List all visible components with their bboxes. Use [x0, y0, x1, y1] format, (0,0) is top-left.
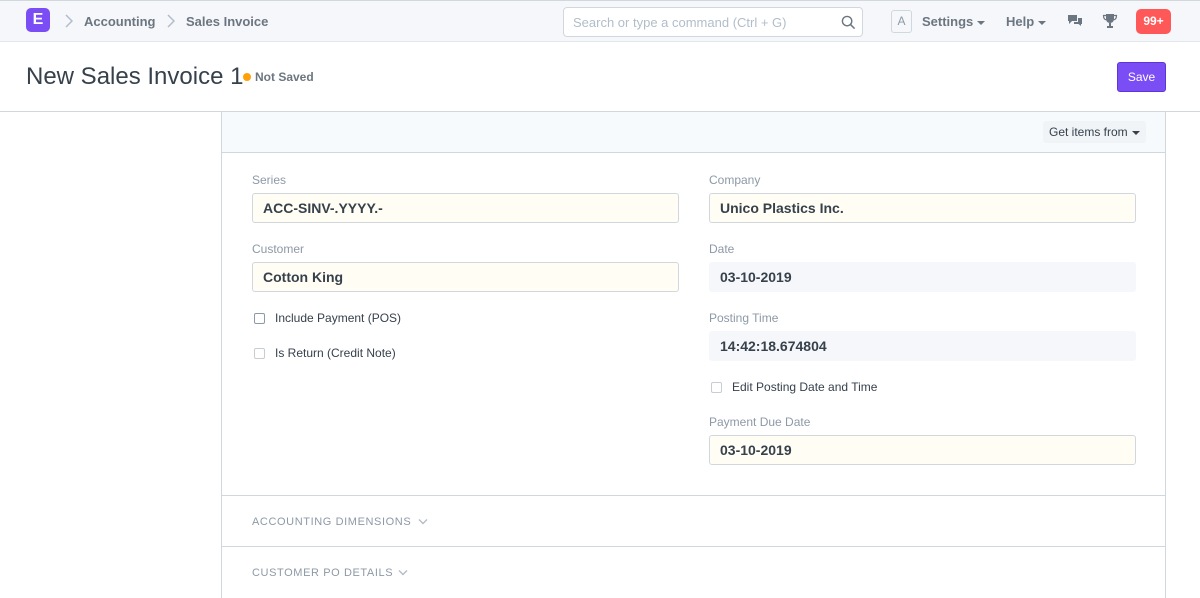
app-logo[interactable]: E: [26, 8, 50, 32]
settings-menu[interactable]: Settings: [922, 14, 986, 29]
get-items-label: Get items from: [1049, 125, 1128, 139]
customer-label: Customer: [252, 242, 305, 256]
payment-due-date-label: Payment Due Date: [709, 415, 811, 429]
form-layout: Get items from Series ACC-SINV-.YYYY.- C…: [221, 112, 1166, 598]
is-return-label: Is Return (Credit Note): [275, 346, 396, 360]
get-items-from-button[interactable]: Get items from: [1043, 121, 1146, 143]
series-field[interactable]: ACC-SINV-.YYYY.-: [252, 193, 679, 223]
date-label: Date: [709, 242, 735, 256]
page-title: New Sales Invoice 1: [26, 63, 244, 90]
form-toolbar: Get items from: [222, 112, 1165, 153]
posting-time-label: Posting Time: [709, 311, 779, 325]
caret-down-icon: [1038, 20, 1047, 25]
series-label: Series: [252, 173, 287, 187]
trophy-icon[interactable]: [1102, 13, 1118, 29]
posting-time-field: 14:42:18.674804: [709, 331, 1136, 361]
page-head: New Sales Invoice 1 Not Saved Save: [0, 42, 1200, 112]
awesomebar: [563, 7, 863, 37]
breadcrumb-sales-invoice[interactable]: Sales Invoice: [186, 14, 268, 29]
include-payment-checkbox[interactable]: [254, 313, 265, 324]
section-divider: [222, 495, 1165, 496]
chevron-down-icon[interactable]: [418, 518, 428, 526]
caret-down-icon: [1131, 130, 1140, 135]
payment-due-date-field[interactable]: 03-10-2019: [709, 435, 1136, 465]
chat-icon[interactable]: [1067, 13, 1083, 29]
help-label: Help: [1006, 14, 1035, 29]
user-avatar[interactable]: A: [891, 10, 912, 33]
section-accounting-dimensions[interactable]: ACCOUNTING DIMENSIONS: [252, 516, 411, 528]
search-input[interactable]: [564, 8, 824, 36]
breadcrumb-accounting[interactable]: Accounting: [84, 14, 156, 29]
navbar: E Accounting Sales Invoice A Settings He…: [0, 0, 1200, 42]
chevron-right-icon: [167, 14, 175, 28]
chevron-right-icon: [65, 14, 73, 28]
section-customer-po-details[interactable]: CUSTOMER PO DETAILS: [252, 567, 393, 579]
caret-down-icon: [977, 20, 986, 25]
search-icon[interactable]: [841, 15, 856, 30]
notifications-badge[interactable]: 99+: [1136, 9, 1171, 34]
company-label: Company: [709, 173, 761, 187]
edit-posting-label: Edit Posting Date and Time: [732, 380, 878, 394]
customer-field[interactable]: Cotton King: [252, 262, 679, 292]
date-field: 03-10-2019: [709, 262, 1136, 292]
chevron-down-icon[interactable]: [398, 569, 408, 577]
is-return-checkbox[interactable]: [254, 348, 265, 359]
save-button[interactable]: Save: [1117, 62, 1166, 92]
status-indicator: Not Saved: [255, 70, 314, 84]
include-payment-label: Include Payment (POS): [275, 311, 402, 325]
settings-label: Settings: [922, 14, 974, 29]
section-divider: [222, 546, 1165, 547]
edit-posting-checkbox[interactable]: [711, 382, 722, 393]
status-dot: [243, 73, 251, 81]
company-field[interactable]: Unico Plastics Inc.: [709, 193, 1136, 223]
help-menu[interactable]: Help: [1006, 14, 1047, 29]
